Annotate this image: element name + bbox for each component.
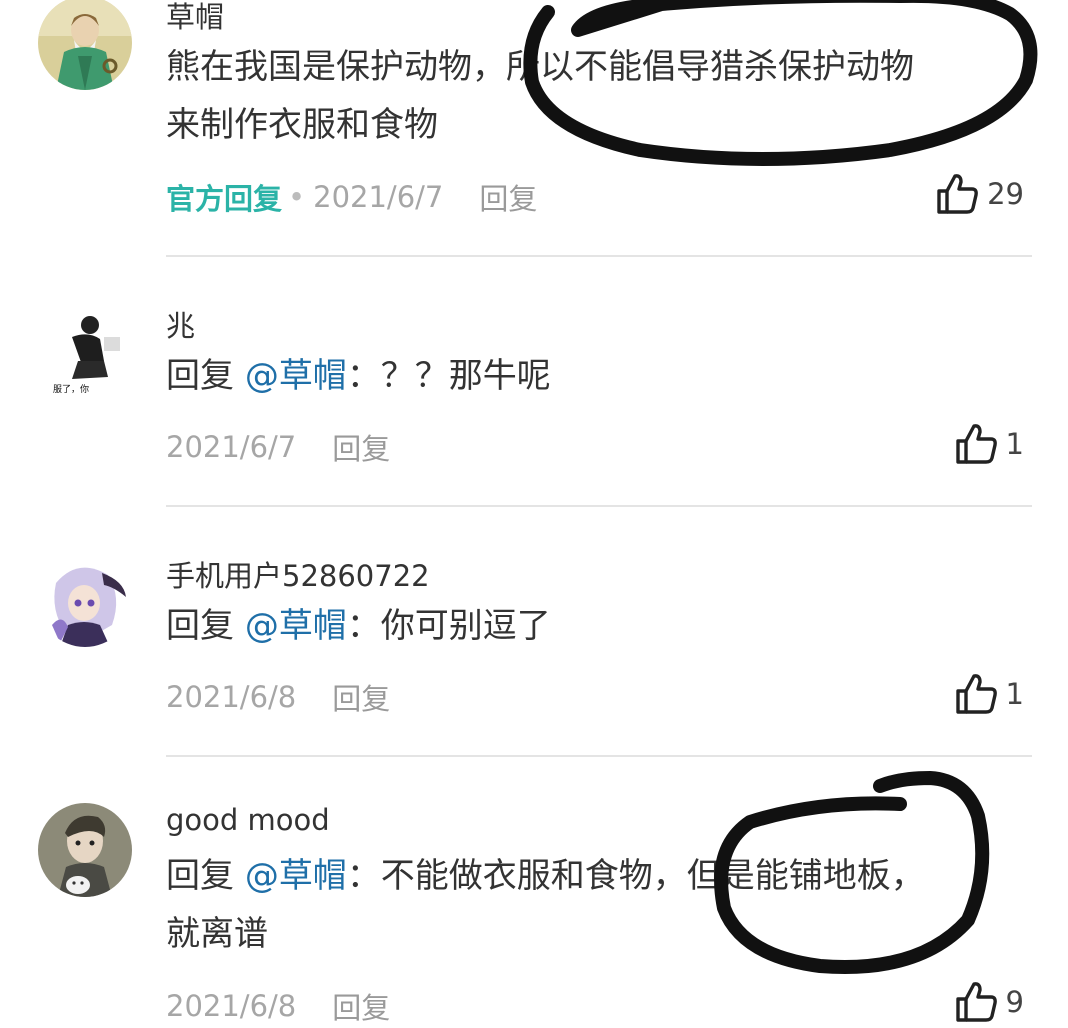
comment-date: 2021/6/7 <box>166 430 297 464</box>
thumbs-up-icon <box>955 424 997 464</box>
divider <box>166 755 1032 757</box>
mention-link[interactable]: @草帽 <box>245 606 347 646</box>
reply-text: ：你可别逗了 <box>346 606 551 646</box>
comment-text: 回复 @草帽：不能做衣服和食物，但是能铺地板， <box>166 856 925 896</box>
like-count: 1 <box>1005 427 1024 461</box>
reply-button[interactable]: 回复 <box>332 426 390 468</box>
official-reply-label: 官方回复 <box>166 182 283 216</box>
comment-date: 2021/6/8 <box>166 680 297 714</box>
avatar[interactable]: 服了，你 <box>38 303 132 397</box>
comment-date: 2021/6/8 <box>166 989 297 1023</box>
divider <box>166 255 1032 257</box>
comment-username[interactable]: 草帽 <box>166 0 224 36</box>
thumbs-up-icon <box>955 674 997 714</box>
comment-text-continued: 来制作衣服和食物 <box>166 105 438 145</box>
avatar-image <box>38 803 132 897</box>
comment-text: 熊在我国是保护动物，所以不能倡导猎杀保护动物 <box>166 47 914 87</box>
comment-meta: 2021/6/8 回复 <box>166 676 390 718</box>
thumbs-up-icon <box>937 174 978 214</box>
like-count: 29 <box>987 177 1024 211</box>
reply-button[interactable]: 回复 <box>332 676 390 718</box>
reply-prefix: 回复 <box>166 606 245 646</box>
mention-link[interactable]: @草帽 <box>245 356 347 396</box>
comment-username[interactable]: 兆 <box>166 303 195 345</box>
comment-username[interactable]: 手机用户52860722 <box>166 553 430 595</box>
like-count: 9 <box>1005 985 1024 1019</box>
avatar[interactable] <box>38 0 132 90</box>
comment-username[interactable]: good mood <box>166 803 330 837</box>
like-count: 1 <box>1005 677 1024 711</box>
comment-meta: 2021/6/7 回复 <box>166 426 390 468</box>
comment-text: 回复 @草帽：你可别逗了 <box>166 606 551 646</box>
avatar-image <box>38 553 132 647</box>
comment-date: 2021/6/7 <box>313 180 444 214</box>
avatar-caption: 服了，你 <box>53 383 89 395</box>
reply-button[interactable]: 回复 <box>479 176 537 218</box>
reply-prefix: 回复 <box>166 856 245 896</box>
like-button[interactable]: 29 <box>933 170 1024 218</box>
comment-text: 回复 @草帽：？？那牛呢 <box>166 356 551 396</box>
avatar-image: 服了，你 <box>38 303 132 397</box>
like-button[interactable]: 1 <box>952 670 1024 718</box>
comment-text-continued: 就离谱 <box>166 914 268 954</box>
avatar[interactable] <box>38 803 132 897</box>
thumbs-up-icon <box>955 982 997 1022</box>
reply-text: ：不能做衣服和食物，但是能铺地板， <box>346 856 925 896</box>
comment-thread: 草帽 熊在我国是保护动物，所以不能倡导猎杀保护动物 来制作衣服和食物 官方回复 … <box>0 0 1068 1028</box>
meta-separator: • <box>288 180 306 214</box>
comment-meta: 官方回复 • 2021/6/7 回复 <box>166 176 537 218</box>
like-button[interactable]: 9 <box>952 978 1024 1026</box>
divider <box>166 505 1032 507</box>
like-button[interactable]: 1 <box>952 420 1024 468</box>
reply-text: ：？？那牛呢 <box>346 356 551 396</box>
avatar[interactable] <box>38 553 132 647</box>
reply-button[interactable]: 回复 <box>332 985 390 1027</box>
comment-meta: 2021/6/8 回复 <box>166 985 390 1027</box>
mention-link[interactable]: @草帽 <box>245 856 347 896</box>
reply-prefix: 回复 <box>166 356 245 396</box>
avatar-image <box>38 0 132 90</box>
